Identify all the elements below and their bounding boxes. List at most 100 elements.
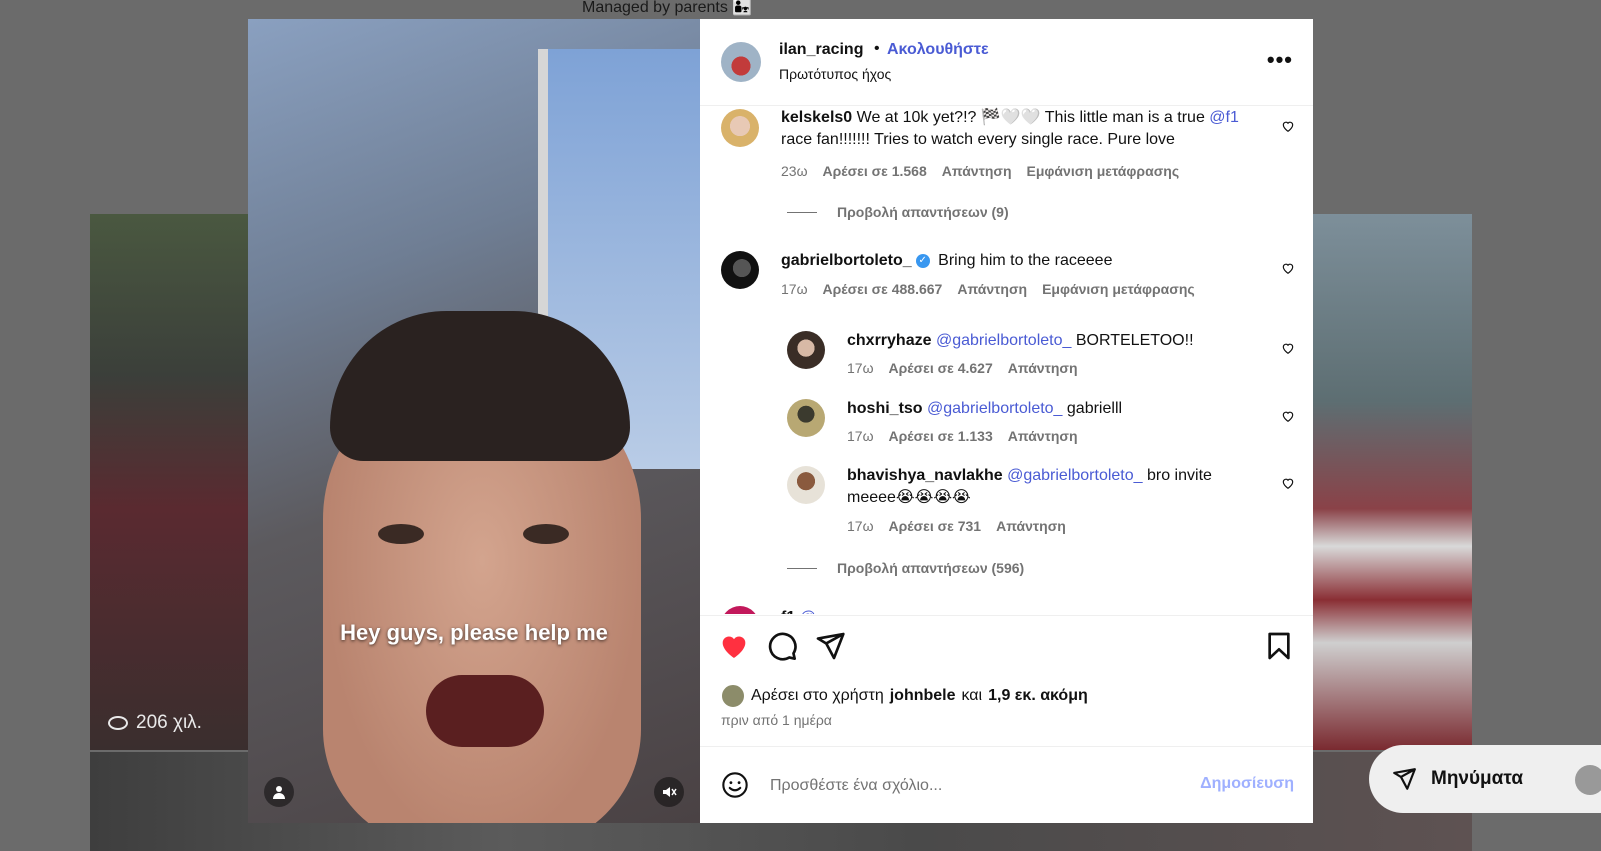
reply-button[interactable]: Απάντηση — [1008, 360, 1078, 376]
comment-time[interactable]: 17ω — [781, 281, 808, 297]
comment-input[interactable] — [768, 768, 1172, 804]
comment-text: gabrielbortoleto_ ✓ Bring him to the race… — [781, 250, 1251, 272]
follow-button[interactable]: Ακολουθήστε — [887, 41, 989, 59]
reply-item: bhavishya_navlakhe @gabrielbortoleto_ br… — [700, 464, 1313, 544]
view-replies-label: Προβολή απαντήσεων (596) — [837, 560, 1025, 576]
replier-avatar[interactable] — [787, 466, 825, 504]
grid-tile-left[interactable]: 206 χιλ. — [90, 214, 248, 750]
paper-plane-icon — [1393, 768, 1416, 790]
replier-avatar[interactable] — [787, 399, 825, 437]
comment-body: Bring him to the raceeee — [938, 252, 1113, 269]
reply-text: chxrryhaze @gabrielbortoleto_ BORTELETOO… — [847, 330, 1257, 352]
likes-others-count[interactable]: 1,9 εκ. ακόμη — [988, 687, 1088, 705]
video-eye-right — [523, 524, 569, 544]
author-username[interactable]: ilan_racing — [779, 41, 863, 59]
more-options-icon[interactable]: ••• — [1267, 47, 1293, 73]
liked-heart-icon[interactable] — [718, 630, 750, 662]
comment-mention[interactable]: @... — [800, 609, 830, 614]
comment-item: gabrielbortoleto_ ✓ Bring him to the race… — [700, 249, 1313, 309]
likes-prefix: Αρέσει στο χρήστη — [751, 687, 884, 704]
commenter-avatar[interactable] — [721, 606, 759, 614]
reply-likes[interactable]: Αρέσει σε 4.627 — [889, 360, 993, 376]
replier-avatar[interactable] — [787, 331, 825, 369]
view-replies-button[interactable]: Προβολή απαντήσεων (9) — [787, 204, 1009, 220]
like-comment-heart-icon[interactable] — [1281, 261, 1295, 275]
comment-meta: 17ω Αρέσει σε 488.667 Απάντηση Εμφάνιση … — [781, 281, 1195, 297]
comment-icon[interactable] — [766, 630, 798, 662]
post-modal: Hey guys, please help me ilan_racing • Α… — [248, 19, 1313, 823]
commenter-avatar[interactable] — [721, 251, 759, 289]
reel-video[interactable]: Hey guys, please help me — [248, 19, 700, 823]
mute-button[interactable] — [654, 777, 684, 807]
save-bookmark-icon[interactable] — [1263, 630, 1295, 662]
reply-time[interactable]: 17ω — [847, 360, 874, 376]
post-timestamp[interactable]: πριν από 1 ημέρα — [721, 712, 832, 728]
view-replies-button[interactable]: Προβολή απαντήσεων (596) — [787, 560, 1024, 576]
see-translation-button[interactable]: Εμφάνιση μετάφρασης — [1042, 281, 1195, 297]
messages-avatar — [1575, 765, 1601, 795]
comment-composer: Δημοσίευση — [700, 746, 1313, 824]
replier-username[interactable]: chxrryhaze — [847, 332, 932, 349]
like-reply-heart-icon[interactable] — [1281, 476, 1295, 490]
view-replies-label: Προβολή απαντήσεων (9) — [837, 204, 1009, 220]
reply-meta: 17ω Αρέσει σε 731 Απάντηση — [847, 518, 1066, 534]
like-reply-heart-icon[interactable] — [1281, 409, 1295, 423]
reply-time[interactable]: 17ω — [847, 428, 874, 444]
see-translation-button[interactable]: Εμφάνιση μετάφρασης — [1027, 163, 1180, 179]
eye-icon — [108, 716, 128, 730]
emoji-icon[interactable] — [721, 771, 749, 799]
reply-button[interactable]: Απάντηση — [942, 163, 1012, 179]
reply-mention[interactable]: @gabrielbortoleto_ — [927, 400, 1062, 417]
reply-body-cont: meeee😭😭😭😭 — [847, 489, 971, 506]
liker-username[interactable]: johnbele — [890, 687, 956, 705]
comment-meta: 23ω Αρέσει σε 1.568 Απάντηση Εμφάνιση με… — [781, 163, 1179, 179]
audio-label[interactable]: Πρωτότυπος ήχος — [779, 66, 891, 82]
comment-time[interactable]: 23ω — [781, 163, 808, 179]
comment-likes[interactable]: Αρέσει σε 1.568 — [823, 163, 927, 179]
video-mouth — [426, 675, 544, 747]
reply-button[interactable]: Απάντηση — [996, 518, 1066, 534]
replier-username[interactable]: bhavishya_navlakhe — [847, 467, 1003, 484]
grid-tile-right[interactable] — [1312, 214, 1472, 750]
reply-mention[interactable]: @gabrielbortoleto_ — [936, 332, 1071, 349]
likes-summary[interactable]: Αρέσει στο χρήστη johnbele και 1,9 εκ. α… — [721, 684, 1088, 708]
reply-body: bro invite — [1146, 467, 1212, 484]
comment-text: f1 @... — [781, 607, 1251, 614]
video-subtitle: Hey guys, please help me — [340, 620, 608, 645]
profile-caption: Managed by parents 👨‍👧 — [582, 0, 753, 16]
messages-button[interactable]: Μηνύματα — [1369, 745, 1601, 813]
reply-likes[interactable]: Αρέσει σε 731 — [889, 518, 982, 534]
header-separator: • — [874, 40, 880, 57]
comment-body: We at 10k yet?!? 🏁🤍🤍 This little man is … — [856, 109, 1205, 126]
like-comment-heart-icon[interactable] — [1281, 119, 1295, 133]
commenter-username[interactable]: kelskels0 — [781, 109, 852, 126]
commenter-username[interactable]: gabrielbortoleto_ — [781, 252, 912, 269]
reply-body: gabrielll — [1066, 400, 1123, 417]
post-header: ilan_racing • Ακολουθήστε Πρωτότυπος ήχο… — [700, 19, 1313, 106]
liker-avatar — [721, 684, 745, 708]
reply-likes[interactable]: Αρέσει σε 1.133 — [889, 428, 993, 444]
likes-and: και — [961, 687, 983, 704]
like-reply-heart-icon[interactable] — [1281, 341, 1295, 355]
comment-likes[interactable]: Αρέσει σε 488.667 — [823, 281, 943, 297]
reply-time[interactable]: 17ω — [847, 518, 874, 534]
replier-username[interactable]: hoshi_tso — [847, 400, 923, 417]
video-eye-left — [378, 524, 424, 544]
author-avatar[interactable] — [721, 42, 761, 82]
comment-item: kelskels0 We at 10k yet?!? 🏁🤍🤍 This litt… — [700, 106, 1313, 226]
reply-button[interactable]: Απάντηση — [957, 281, 1027, 297]
reply-mention[interactable]: @gabrielbortoleto_ — [1007, 467, 1142, 484]
reply-button[interactable]: Απάντηση — [1008, 428, 1078, 444]
share-paper-plane-icon[interactable] — [814, 630, 846, 662]
reply-meta: 17ω Αρέσει σε 1.133 Απάντηση — [847, 428, 1078, 444]
comment-body-cont: race fan!!!!!!! Tries to watch every sin… — [781, 131, 1175, 148]
reply-meta: 17ω Αρέσει σε 4.627 Απάντηση — [847, 360, 1078, 376]
messages-label: Μηνύματα — [1431, 768, 1523, 789]
commenter-avatar[interactable] — [721, 109, 759, 147]
tagged-users-button[interactable] — [264, 777, 294, 807]
reply-text: bhavishya_navlakhe @gabrielbortoleto_ br… — [847, 465, 1257, 509]
comment-mention[interactable]: @f1 — [1209, 109, 1239, 126]
commenter-username[interactable]: f1 — [781, 609, 795, 614]
post-comment-button[interactable]: Δημοσίευση — [1200, 775, 1294, 793]
comments-list[interactable]: kelskels0 We at 10k yet?!? 🏁🤍🤍 This litt… — [700, 106, 1313, 614]
